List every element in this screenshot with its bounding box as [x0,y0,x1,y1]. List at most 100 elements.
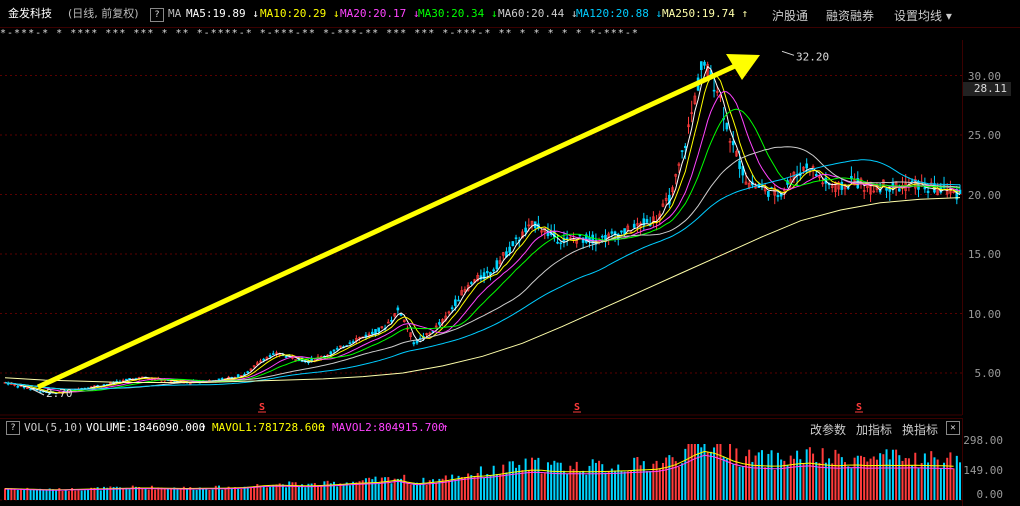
candle-body [268,355,272,357]
close-icon[interactable]: ✕ [946,421,960,435]
volume-bar [128,489,131,500]
volume-bar [489,475,492,500]
volume-bar [170,488,173,500]
volume-bar [840,457,843,500]
volume-bar [364,478,367,500]
volume-bar [192,489,195,500]
volume-bar [265,487,268,500]
volume-bar [202,488,205,500]
volume-bar [856,455,859,500]
volume-bar [281,484,284,500]
volume-bar [582,470,585,500]
add-indicator-button[interactable]: 加指标 [856,421,892,438]
ma5-line [4,65,961,394]
volume-bar [805,449,808,500]
volume-bar [527,469,530,500]
volume-bar [588,465,591,500]
volume-bar [837,453,840,500]
candle-body [329,351,333,355]
volume-bar [626,471,629,500]
candle-body [377,327,380,332]
ma250-line [4,197,961,383]
volume-bar [630,470,633,500]
candle-body [725,122,729,130]
volume-bar [738,466,741,500]
volume-bar [767,453,770,500]
price-tick-label: 20.00 [967,188,1001,202]
volume-bar [77,490,80,500]
volume-bar [285,487,288,500]
volume-bar [19,488,22,500]
volume-bar [122,488,125,500]
volume-bar [614,470,617,500]
volume-bar [233,487,236,500]
volume-bar [649,470,652,500]
volume-bar [665,457,668,500]
volume-bar [4,488,6,500]
volume-bar [259,485,262,500]
price-tick-label: 30.00 [967,69,1001,83]
volume-bar [67,491,70,500]
volume-bar [959,462,961,500]
volume-bar [591,459,594,500]
volume-bar [32,489,35,500]
volume-bar [463,477,466,500]
volume-bar [808,447,811,500]
volume-bar [895,449,898,500]
candle-body [390,319,393,322]
volume-bar [157,487,160,500]
volume-bar [824,462,827,500]
volume-bar [272,485,275,500]
candle-body [511,241,515,247]
volume-bar [390,483,393,500]
volume-bar [802,463,805,500]
volume-bar [45,490,48,500]
candle-body [236,374,240,378]
volume-bar [697,444,700,500]
volume-bar [524,458,527,500]
volume-bar [10,488,13,500]
candle-body [220,378,224,380]
volume-bar [99,490,102,500]
volume-bar [729,444,732,500]
volume-bar [955,455,958,500]
candle-body [767,191,770,197]
candle-body [371,331,374,335]
candle-body [840,181,844,190]
volume-bar [885,449,888,500]
volume-bar [716,444,719,500]
volume-bar [291,482,294,500]
volume-bar [531,457,534,500]
candle-body [559,242,563,245]
ma30-line [4,108,961,392]
volume-bar [275,484,278,500]
high-annotation: 32.20 [796,50,829,63]
switch-indicator-button[interactable]: 换指标 [902,421,938,438]
mavol1-line [4,450,954,491]
volume-bar [815,461,818,500]
volume-help-icon[interactable]: ? [6,421,20,435]
volume-bar [406,482,409,500]
volume-bar [562,470,565,500]
volume-bar [760,450,763,500]
candle-body [271,353,275,355]
volume-bar [952,468,955,500]
volume-bar [13,488,16,500]
volume-bar [387,477,390,500]
candle-body [485,271,489,274]
volume-bar [677,466,680,500]
volume-bar [748,449,751,500]
volume-bar [569,465,572,500]
candle-body [731,141,735,146]
volume-bar [451,474,454,500]
edit-params-button[interactable]: 改参数 [810,421,846,438]
candle-body [454,299,457,306]
volume-bar [141,487,144,500]
volume-bar [320,485,323,500]
volume-bar [476,473,479,500]
volume-bar [125,487,128,500]
volume-bar [585,474,588,500]
candle-body [703,61,706,66]
volume-bar [511,461,514,500]
candle-body [885,188,888,191]
